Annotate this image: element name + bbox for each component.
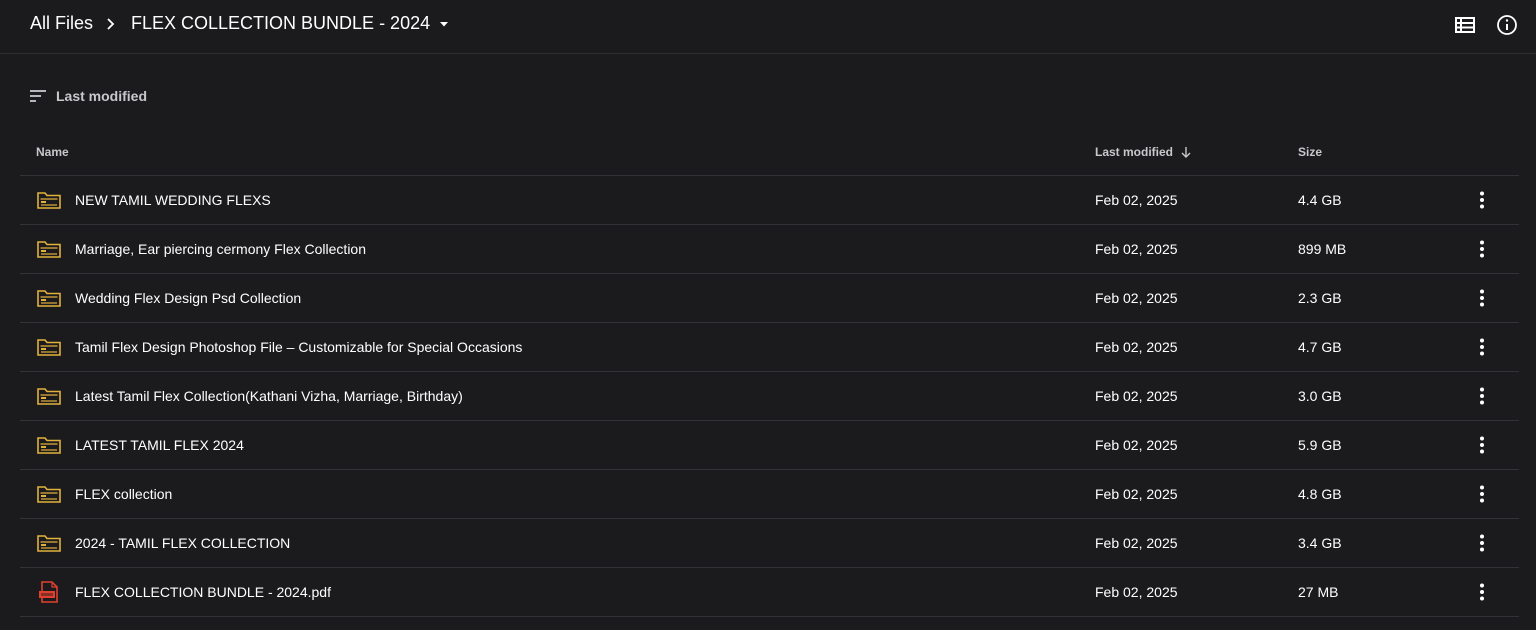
column-header-name[interactable]: Name — [36, 145, 69, 159]
table-row[interactable]: 2024 - TAMIL FLEX COLLECTION Feb 02, 2025… — [20, 519, 1519, 568]
breadcrumb-current-label: FLEX COLLECTION BUNDLE - 2024 — [131, 13, 431, 33]
top-bar: All Files FLEX COLLECTION BUNDLE - 2024 — [0, 0, 1536, 54]
info-icon[interactable] — [1495, 13, 1519, 37]
table-row[interactable]: Marriage, Ear piercing cermony Flex Coll… — [20, 225, 1519, 274]
table-body: NEW TAMIL WEDDING FLEXS Feb 02, 2025 4.4 G… — [20, 176, 1519, 617]
file-name[interactable]: 2024 - TAMIL FLEX COLLECTION — [75, 535, 290, 551]
file-size: 5.9 GB — [1298, 437, 1342, 453]
folder-icon — [37, 486, 61, 503]
more-options-icon[interactable] — [1470, 335, 1494, 359]
file-name[interactable]: FLEX COLLECTION BUNDLE - 2024.pdf — [75, 584, 331, 600]
folder-icon — [37, 388, 61, 405]
file-name[interactable]: NEW TAMIL WEDDING FLEXS — [75, 192, 271, 208]
file-name[interactable]: LATEST TAMIL FLEX 2024 — [75, 437, 244, 453]
file-size: 4.4 GB — [1298, 192, 1342, 208]
folder-icon — [37, 535, 61, 552]
table-row[interactable]: LATEST TAMIL FLEX 2024 Feb 02, 2025 5.9 GB — [20, 421, 1519, 470]
breadcrumb-current-folder[interactable]: FLEX COLLECTION BUNDLE - 2024 — [131, 13, 450, 34]
folder-icon — [37, 437, 61, 454]
file-size: 4.8 GB — [1298, 486, 1342, 502]
file-modified-date: Feb 02, 2025 — [1095, 290, 1178, 306]
file-modified-date: Feb 02, 2025 — [1095, 486, 1178, 502]
file-name[interactable]: FLEX collection — [75, 486, 172, 502]
breadcrumb-root[interactable]: All Files — [30, 13, 93, 34]
table-row[interactable]: NEW TAMIL WEDDING FLEXS Feb 02, 2025 4.4 G… — [20, 176, 1519, 225]
file-table: Name Last modified Size NEW TAMIL WEDDIN… — [20, 128, 1519, 617]
more-options-icon[interactable] — [1470, 188, 1494, 212]
file-size: 27 MB — [1298, 584, 1339, 600]
file-size: 2.3 GB — [1298, 290, 1342, 306]
more-options-icon[interactable] — [1470, 384, 1494, 408]
folder-icon — [37, 241, 61, 258]
folder-icon — [37, 290, 61, 307]
folder-icon — [37, 192, 61, 209]
sort-control[interactable]: Last modified — [28, 86, 147, 106]
table-row[interactable]: Wedding Flex Design Psd Collection Feb 02… — [20, 274, 1519, 323]
file-modified-date: Feb 02, 2025 — [1095, 437, 1178, 453]
pdf-file-icon — [39, 581, 58, 603]
more-options-icon[interactable] — [1470, 580, 1494, 604]
more-options-icon[interactable] — [1470, 237, 1494, 261]
file-modified-date: Feb 02, 2025 — [1095, 535, 1178, 551]
file-modified-date: Feb 02, 2025 — [1095, 241, 1178, 257]
file-modified-date: Feb 02, 2025 — [1095, 192, 1178, 208]
file-size: 3.4 GB — [1298, 535, 1342, 551]
list-view-icon[interactable] — [1453, 13, 1477, 37]
caret-down-icon — [440, 21, 449, 26]
sort-label: Last modified — [56, 88, 148, 104]
table-row[interactable]: Tamil Flex Design Photoshop File – Custo… — [20, 323, 1519, 372]
sort-icon — [30, 90, 46, 102]
more-options-icon[interactable] — [1470, 433, 1494, 457]
file-modified-date: Feb 02, 2025 — [1095, 339, 1178, 355]
table-header: Name Last modified Size — [20, 128, 1519, 176]
more-options-icon[interactable] — [1470, 286, 1494, 310]
file-modified-date: Feb 02, 2025 — [1095, 584, 1178, 600]
arrow-down-icon — [1181, 147, 1191, 158]
more-options-icon[interactable] — [1470, 531, 1494, 555]
file-size: 899 MB — [1298, 241, 1347, 257]
file-name[interactable]: Marriage, Ear piercing cermony Flex Coll… — [75, 241, 366, 257]
file-size: 4.7 GB — [1298, 339, 1342, 355]
table-row[interactable]: Latest Tamil Flex Collection(Kathani Viz… — [20, 372, 1519, 421]
table-row[interactable]: FLEX collection Feb 02, 2025 4.8 GB — [20, 470, 1519, 519]
chevron-right-icon — [107, 18, 115, 30]
file-modified-date: Feb 02, 2025 — [1095, 388, 1178, 404]
file-name[interactable]: Wedding Flex Design Psd Collection — [75, 290, 301, 306]
folder-icon — [37, 339, 61, 356]
table-row[interactable]: FLEX COLLECTION BUNDLE - 2024.pdf Feb 02,… — [20, 568, 1519, 617]
file-name[interactable]: Tamil Flex Design Photoshop File – Custo… — [75, 339, 522, 355]
column-header-size[interactable]: Size — [1298, 145, 1322, 159]
more-options-icon[interactable] — [1470, 482, 1494, 506]
file-size: 3.0 GB — [1298, 388, 1342, 404]
file-name[interactable]: Latest Tamil Flex Collection(Kathani Viz… — [75, 388, 463, 404]
column-header-last-modified[interactable]: Last modified — [1095, 145, 1193, 159]
column-header-last-modified-label: Last modified — [1095, 145, 1174, 159]
